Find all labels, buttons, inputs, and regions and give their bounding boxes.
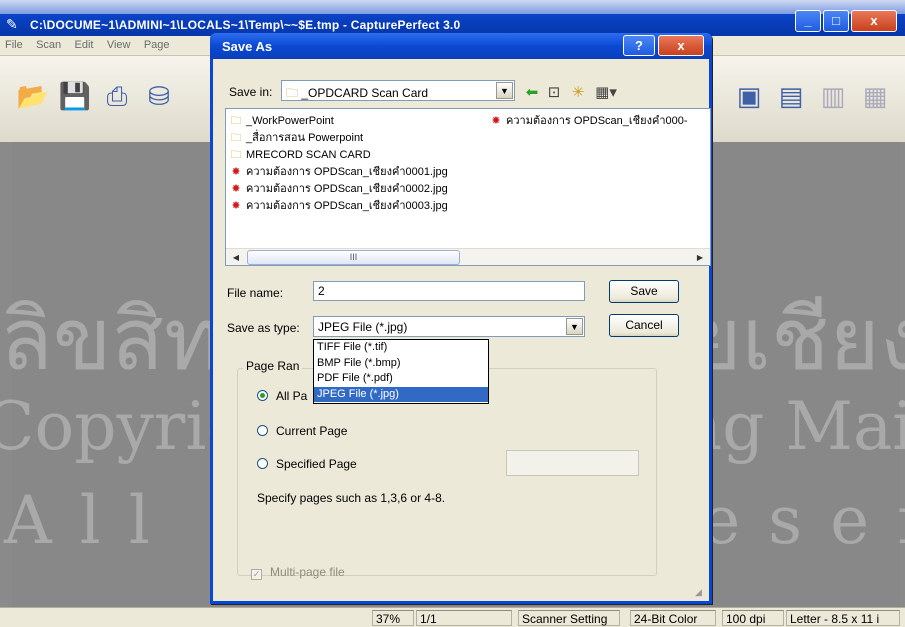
option-pdf[interactable]: PDF File (*.pdf) [314, 371, 488, 387]
check-icon: ✓ [251, 569, 262, 580]
page-icon[interactable]: ▥ [814, 78, 852, 114]
chevron-down-icon[interactable]: ▼ [496, 82, 513, 99]
save-icon[interactable]: 💾 [56, 78, 94, 114]
dialog-close-button[interactable]: x [658, 35, 704, 56]
resize-grip-icon[interactable]: ◢ [695, 587, 707, 599]
new-folder-icon[interactable]: ✳ [567, 83, 589, 103]
status-color: 24-Bit Color [630, 610, 716, 626]
scroll-left-icon[interactable]: ◀ [228, 250, 244, 265]
horizontal-scrollbar[interactable]: ◀ III ▶ [226, 248, 710, 265]
file-list[interactable]: 🗀 _WorkPowerPoint 🗀 _สื่อการสอน Powerpoint… [225, 108, 711, 266]
page-hint: Specify pages such as 1,3,6 or 4-8. [257, 491, 446, 505]
list-item[interactable]: 🗀 MRECORD SCAN CARD [228, 147, 371, 163]
open-icon[interactable]: 📂 [14, 78, 52, 114]
status-zoom: 37% [372, 610, 414, 626]
page-prev-icon[interactable]: ▣ [730, 78, 768, 114]
file-name-input[interactable]: 2 [313, 281, 585, 301]
close-button[interactable]: x [851, 10, 897, 32]
list-item[interactable]: ✸ ความต้องการ OPDScan_เชียงคำ0002.jpg [228, 181, 447, 197]
save-type-dropdown[interactable]: TIFF File (*.tif) BMP File (*.bmp) PDF F… [313, 339, 489, 404]
menu-edit[interactable]: Edit [70, 36, 99, 54]
image-file-icon: ✸ [491, 115, 501, 127]
save-in-value: 🗀 _OPDCARD Scan Card [286, 86, 429, 100]
image-file-icon: ✸ [231, 183, 241, 195]
specified-pages-input[interactable] [506, 450, 639, 476]
help-button[interactable]: ? [623, 35, 655, 56]
scroll-right-icon[interactable]: ▶ [692, 250, 708, 265]
page-last-icon[interactable]: ▦ [856, 78, 894, 114]
menu-view[interactable]: View [102, 36, 136, 54]
app-window: ✎ C:\DOCUME~1\ADMINI~1\LOCALS~1\Temp\~~$… [0, 0, 905, 627]
list-item[interactable]: ✸ ความต้องการ OPDScan_เชียงคำ0001.jpg [228, 164, 447, 180]
page-range-title: Page Ran [243, 359, 303, 373]
folder-icon: 🗀 [286, 86, 299, 100]
save-type-value: JPEG File (*.jpg) [318, 320, 408, 334]
folder-icon: 🗀 [230, 149, 242, 161]
option-jpeg[interactable]: JPEG File (*.jpg) [314, 386, 488, 402]
folder-icon: 🗀 [230, 115, 242, 127]
status-dpi: 100 dpi [722, 610, 784, 626]
radio-icon [257, 458, 268, 469]
save-as-dialog: Save As ? x Save in: 🗀 _OPDCARD Scan Car… [210, 33, 712, 604]
scan-icon[interactable]: ⛁ [140, 78, 178, 114]
dialog-titlebar[interactable]: Save As ? x [210, 33, 712, 59]
maximize-button[interactable]: □ [823, 10, 849, 32]
status-page: 1/1 [416, 610, 512, 626]
window-title: C:\DOCUME~1\ADMINI~1\LOCALS~1\Temp\~~$E.… [30, 18, 461, 32]
status-scanner: Scanner Setting [518, 610, 620, 626]
view-menu-icon[interactable]: ▦▾ [591, 83, 621, 103]
save-button[interactable]: Save [609, 280, 679, 303]
image-file-icon: ✸ [231, 200, 241, 212]
cancel-button[interactable]: Cancel [609, 314, 679, 337]
save-type-label: Save as type: [227, 321, 300, 335]
current-page-radio[interactable]: Current Page [257, 424, 347, 438]
list-item[interactable]: 🗀 _WorkPowerPoint [228, 113, 334, 129]
dialog-title: Save As [222, 39, 273, 54]
radio-selected-icon [257, 390, 268, 401]
up-folder-icon[interactable]: ⊡ [543, 83, 565, 103]
radio-icon [257, 425, 268, 436]
status-bar: 37% 1/1 Scanner Setting 24-Bit Color 100… [0, 607, 905, 627]
menu-scan[interactable]: Scan [31, 36, 66, 54]
multipage-checkbox[interactable]: ✓ Multi-page file [251, 565, 345, 580]
folder-icon: 🗀 [230, 132, 242, 144]
app-icon: ✎ [6, 16, 18, 32]
file-name-label: File name: [227, 286, 284, 300]
all-pages-radio[interactable]: All Pa [257, 389, 307, 403]
specified-page-radio[interactable]: Specified Page [257, 457, 357, 471]
list-item[interactable]: ✸ ความต้องการ OPDScan_เชียงคำ000- [488, 113, 687, 129]
save-in-combo[interactable]: 🗀 _OPDCARD Scan Card ▼ [281, 80, 515, 101]
list-item[interactable]: ✸ ความต้องการ OPDScan_เชียงคำ0003.jpg [228, 198, 447, 214]
status-paper: Letter - 8.5 x 11 i [786, 610, 900, 626]
title-top-strip [0, 0, 905, 14]
menu-page[interactable]: Page [139, 36, 175, 54]
menu-file[interactable]: File [0, 36, 28, 54]
list-item[interactable]: 🗀 _สื่อการสอน Powerpoint [228, 130, 364, 146]
back-icon[interactable]: ⬅ [521, 83, 543, 103]
print-icon[interactable]: ⎙ [98, 78, 136, 114]
image-file-icon: ✸ [231, 166, 241, 178]
option-tiff[interactable]: TIFF File (*.tif) [314, 340, 488, 356]
minimize-button[interactable]: _ [795, 10, 821, 32]
option-bmp[interactable]: BMP File (*.bmp) [314, 356, 488, 372]
scroll-thumb[interactable]: III [247, 250, 460, 265]
save-type-combo[interactable]: JPEG File (*.jpg) ▼ [313, 316, 585, 337]
main-titlebar[interactable]: ✎ C:\DOCUME~1\ADMINI~1\LOCALS~1\Temp\~~$… [0, 0, 905, 36]
chevron-down-icon[interactable]: ▼ [566, 318, 583, 335]
save-in-label: Save in: [229, 85, 273, 99]
page-next-icon[interactable]: ▤ [772, 78, 810, 114]
